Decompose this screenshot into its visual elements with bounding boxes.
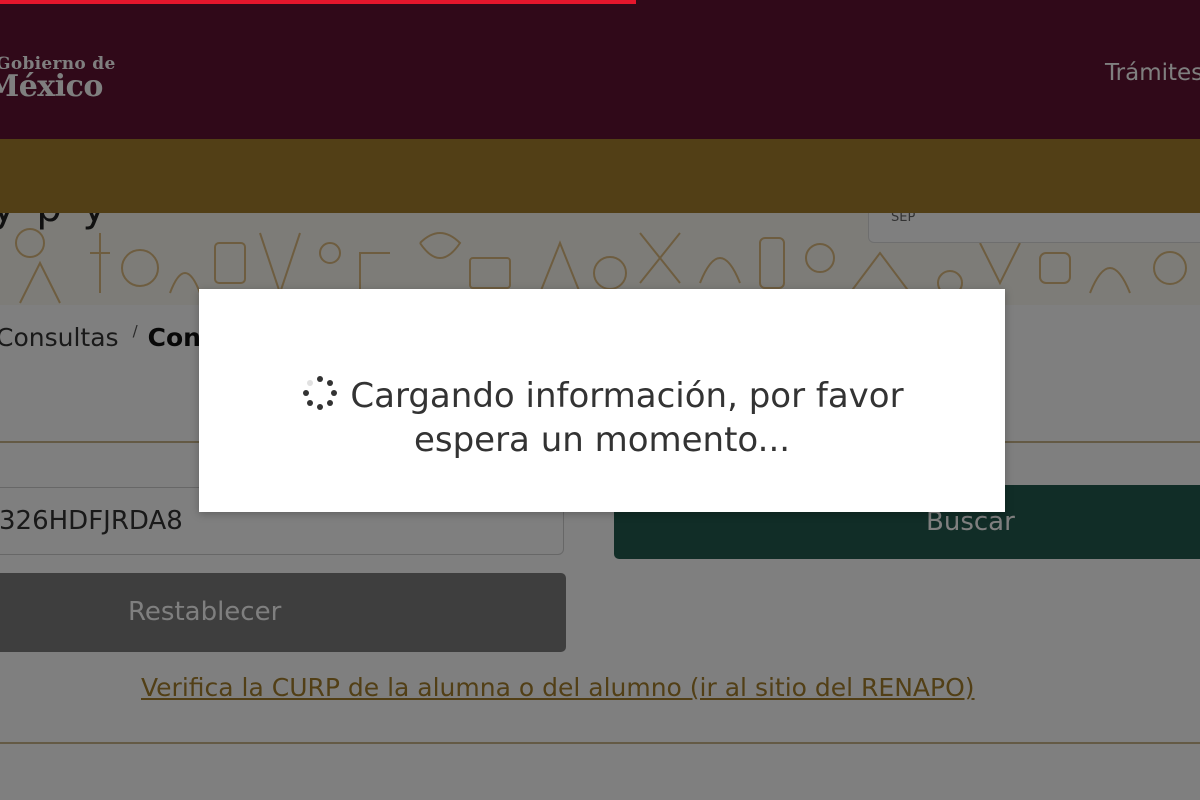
- spinner-dot: [327, 399, 334, 406]
- spinner-icon: [300, 373, 340, 413]
- loading-message-line1: Cargando información, por favor: [350, 376, 904, 416]
- page-load-progress-fill: [0, 0, 636, 4]
- spinner-dot: [307, 399, 314, 406]
- spinner-dot: [307, 380, 314, 387]
- page-load-progress: [0, 0, 1200, 4]
- spinner-dot: [317, 376, 324, 382]
- spinner-dot: [303, 390, 310, 396]
- page: Gobierno de México Trámites: [0, 0, 1200, 800]
- spinner-dot: [331, 390, 338, 396]
- loading-message-line2: espera un momento...: [413, 420, 791, 460]
- loading-modal: Cargando información, por favor espera un…: [199, 289, 1005, 512]
- spinner-dot: [317, 404, 324, 410]
- spinner-dot: [327, 380, 334, 387]
- loading-message: Cargando información, por favor espera un…: [199, 373, 1005, 462]
